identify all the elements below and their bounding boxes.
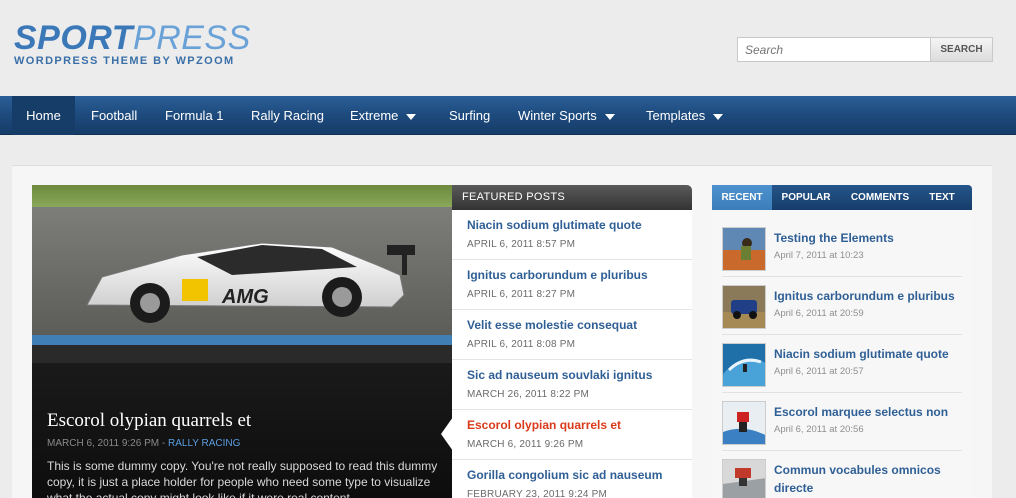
slide-title[interactable]: Escorol olypian quarrels et [47, 410, 447, 432]
main-nav: Home Football Formula 1 Rally Racing Ext… [0, 96, 1016, 135]
featured-item[interactable]: Gorilla congolium sic ad nauseum FEBRUAR… [452, 460, 692, 498]
recent-post-title[interactable]: Niacin sodium glutimate quote [774, 345, 964, 363]
tab-text[interactable]: TEXT [922, 185, 962, 210]
nav-item-surfing[interactable]: Surfing [449, 96, 490, 135]
tab-comments[interactable]: COMMENTS [842, 185, 918, 210]
site-header: SPORTPRESS WORDPRESS THEME BY WPZOOM SEA… [0, 0, 1016, 96]
slide-image[interactable]: AMG [32, 185, 452, 363]
nav-item-football[interactable]: Football [91, 96, 137, 135]
featured-item-title[interactable]: Sic ad nauseum souvlaki ignitus [467, 368, 652, 382]
featured-header: FEATURED POSTS [452, 185, 692, 210]
featured-item-date: MARCH 26, 2011 8:22 PM [467, 389, 590, 400]
tabs-bar: RECENT POPULAR COMMENTS TEXT [712, 185, 972, 210]
nav-item-templates[interactable]: Templates [646, 96, 724, 135]
divider [722, 276, 962, 277]
site-logo[interactable]: SPORTPRESS WORDPRESS THEME BY WPZOOM [14, 20, 251, 67]
nav-item-extreme[interactable]: Extreme [350, 96, 417, 135]
tab-popular[interactable]: POPULAR [774, 185, 838, 210]
featured-item[interactable]: Sic ad nauseum souvlaki ignitus MARCH 26… [452, 360, 692, 410]
featured-item-date: APRIL 6, 2011 8:08 PM [467, 339, 576, 350]
recent-post-title[interactable]: Escorol marquee selectus non [774, 403, 964, 421]
post-thumbnail[interactable] [722, 459, 766, 498]
featured-item-title[interactable]: Velit esse molestie consequat [467, 318, 637, 332]
search-button[interactable]: SEARCH [930, 37, 993, 62]
recent-post-title[interactable]: Ignitus carborundum e pluribus [774, 287, 964, 305]
logo-tagline: WORDPRESS THEME BY WPZOOM [14, 55, 235, 67]
featured-item-title[interactable]: Niacin sodium glutimate quote [467, 218, 642, 232]
recent-post-date: April 6, 2011 at 20:57 [774, 366, 864, 377]
nav-item-formula-1[interactable]: Formula 1 [165, 96, 224, 135]
chevron-down-icon [406, 113, 417, 120]
slide-category-link[interactable]: RALLY RACING [168, 438, 240, 449]
featured-item[interactable]: Ignitus carborundum e pluribus APRIL 6, … [452, 260, 692, 310]
featured-item[interactable]: Niacin sodium glutimate quote APRIL 6, 2… [452, 210, 692, 260]
nav-item-winter-sports[interactable]: Winter Sports [518, 96, 615, 135]
featured-item-title[interactable]: Ignitus carborundum e pluribus [467, 268, 648, 282]
featured-item-date: APRIL 6, 2011 8:57 PM [467, 239, 576, 250]
post-thumbnail[interactable] [722, 343, 766, 387]
featured-item-date: MARCH 6, 2011 9:26 PM [467, 439, 584, 450]
recent-post-item[interactable]: Commun vocabules omnicos directe [712, 459, 972, 498]
sidebar-tabs-widget: RECENT POPULAR COMMENTS TEXT Testing the… [712, 185, 972, 498]
search-form: SEARCH [737, 37, 993, 62]
recent-post-date: April 6, 2011 at 20:59 [774, 308, 864, 319]
recent-post-title[interactable]: Testing the Elements [774, 229, 964, 247]
nav-item-rally-racing[interactable]: Rally Racing [251, 96, 324, 135]
recent-post-date: April 7, 2011 at 10:23 [774, 250, 864, 261]
logo-title: SPORTPRESS [14, 19, 251, 57]
nav-item-home[interactable]: Home [12, 96, 75, 135]
featured-item-date: FEBRUARY 23, 2011 9:24 PM [467, 489, 608, 498]
search-input[interactable] [737, 37, 931, 62]
post-thumbnail[interactable] [722, 285, 766, 329]
featured-item-date: APRIL 6, 2011 8:27 PM [467, 289, 576, 300]
featured-slider[interactable]: AMG Escorol olypian quarrels et MARCH 6,… [32, 185, 452, 498]
featured-item-title[interactable]: Gorilla congolium sic ad nauseum [467, 468, 662, 482]
divider [722, 334, 962, 335]
chevron-down-icon [713, 113, 724, 120]
slide-meta: MARCH 6, 2011 9:26 PM - RALLY RACING [47, 438, 241, 449]
featured-item-title[interactable]: Escorol olypian quarrels et [467, 418, 621, 432]
svg-text:AMG: AMG [221, 286, 269, 308]
active-slide-pointer [441, 417, 453, 451]
slide-excerpt: This is some dummy copy. You're not real… [47, 459, 438, 498]
featured-posts: FEATURED POSTS Niacin sodium glutimate q… [452, 185, 692, 498]
recent-post-date: April 6, 2011 at 20:56 [774, 424, 864, 435]
featured-item[interactable]: Velit esse molestie consequat APRIL 6, 2… [452, 310, 692, 360]
post-thumbnail[interactable] [722, 401, 766, 445]
divider [722, 392, 962, 393]
post-thumbnail[interactable] [722, 227, 766, 271]
recent-post-title[interactable]: Commun vocabules omnicos directe [774, 461, 964, 497]
tab-recent[interactable]: RECENT [712, 185, 772, 210]
featured-item-active[interactable]: Escorol olypian quarrels et MARCH 6, 201… [452, 410, 692, 460]
chevron-down-icon [604, 113, 615, 120]
divider [722, 450, 962, 451]
